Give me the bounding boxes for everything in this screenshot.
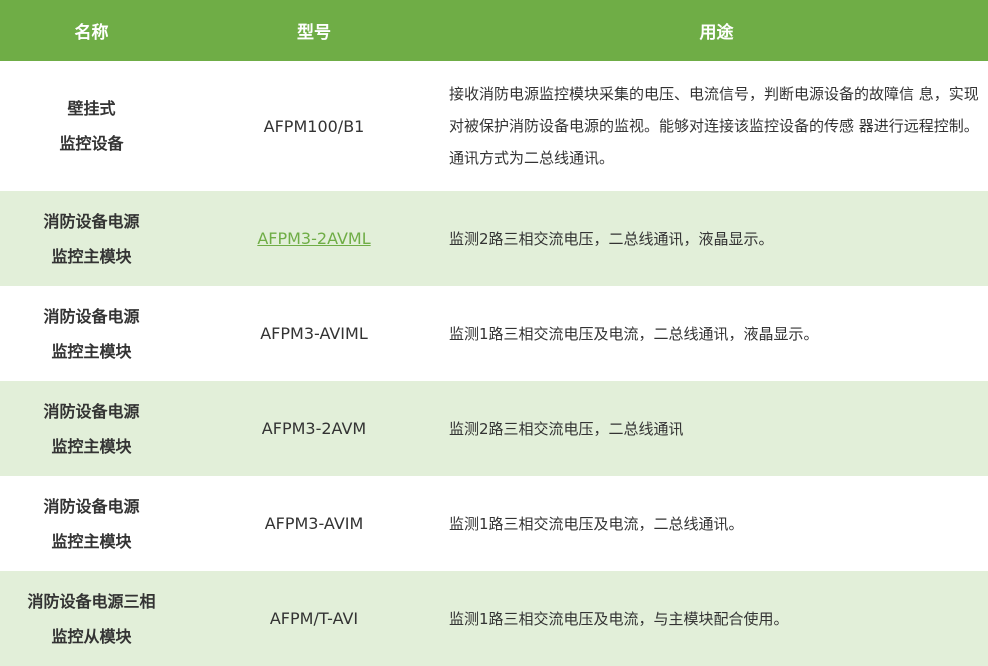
product-name-line: 消防设备电源 <box>43 211 140 231</box>
product-name-cell: 消防设备电源 监控主模块 <box>0 191 183 286</box>
product-use: 接收消防电源监控模块采集的电压、电流信号，判断电源设备的故障信 息，实现对被保护… <box>449 85 979 167</box>
product-use: 监测1路三相交流电压及电流，与主模块配合使用。 <box>445 571 988 666</box>
table-row: 壁挂式 监控设备 AFPM100/B1 接收消防电源监控模块采集的电压、电流信号… <box>0 61 988 191</box>
table-row: 消防设备电源 监控主模块 AFPM3-2AVM 监测2路三相交流电压，二总线通讯 <box>0 381 988 476</box>
product-model: AFPM3-2AVM <box>183 381 445 476</box>
product-model: AFPM/T-AVI <box>183 571 445 666</box>
product-name-line: 消防设备电源 <box>43 306 140 326</box>
product-name-line: 监控主模块 <box>51 246 132 266</box>
product-model-link[interactable]: AFPM3-2AVML <box>257 229 370 248</box>
header-model: 型号 <box>183 0 445 61</box>
product-name-line: 监控主模块 <box>51 341 132 361</box>
table-row: 消防设备电源三相 监控从模块 AFPM/T-AVI 监测1路三相交流电压及电流，… <box>0 571 988 666</box>
product-model: AFPM100/B1 <box>263 116 365 136</box>
product-name-line: 监控主模块 <box>51 531 132 551</box>
product-name-line: 监控从模块 <box>51 626 132 646</box>
product-name-line: 消防设备电源 <box>43 401 140 421</box>
product-name-cell: 消防设备电源 监控主模块 <box>0 381 183 476</box>
product-name-line: 监控设备 <box>59 134 124 153</box>
product-name-cell: 消防设备电源 监控主模块 <box>0 286 183 381</box>
table-row: 消防设备电源 监控主模块 AFPM3-AVIM 监测1路三相交流电压及电流，二总… <box>0 476 988 571</box>
product-use: 监测2路三相交流电压，二总线通讯，液晶显示。 <box>445 191 988 286</box>
product-use: 监测1路三相交流电压及电流，二总线通讯。 <box>449 514 744 533</box>
table-header-row: 名称 型号 用途 <box>0 0 988 61</box>
product-model-cell: AFPM3-2AVML <box>183 191 445 286</box>
table-row: 消防设备电源 监控主模块 AFPM3-AVIML 监测1路三相交流电压及电流，二… <box>0 286 988 381</box>
header-name: 名称 <box>0 0 183 61</box>
product-name-line: 监控主模块 <box>51 436 132 456</box>
product-model: AFPM3-AVIM <box>264 514 364 533</box>
product-name-line: 消防设备电源 <box>43 496 140 516</box>
header-use: 用途 <box>445 0 988 61</box>
product-use: 监测1路三相交流电压及电流，二总线通讯，液晶显示。 <box>449 324 819 343</box>
product-name-line: 壁挂式 <box>67 99 116 118</box>
product-model: AFPM3-AVIML <box>260 324 368 343</box>
table-row: 消防设备电源 监控主模块 AFPM3-2AVML 监测2路三相交流电压，二总线通… <box>0 191 988 286</box>
product-name-line: 消防设备电源三相 <box>27 591 156 611</box>
product-name-cell: 壁挂式 监控设备 <box>0 61 183 191</box>
product-spec-table: 名称 型号 用途 壁挂式 监控设备 AFPM100/B1 接收消防电源监控模块采… <box>0 0 988 666</box>
product-use: 监测2路三相交流电压，二总线通讯 <box>445 381 988 476</box>
product-name-cell: 消防设备电源三相 监控从模块 <box>0 571 183 666</box>
product-name-cell: 消防设备电源 监控主模块 <box>0 476 183 571</box>
